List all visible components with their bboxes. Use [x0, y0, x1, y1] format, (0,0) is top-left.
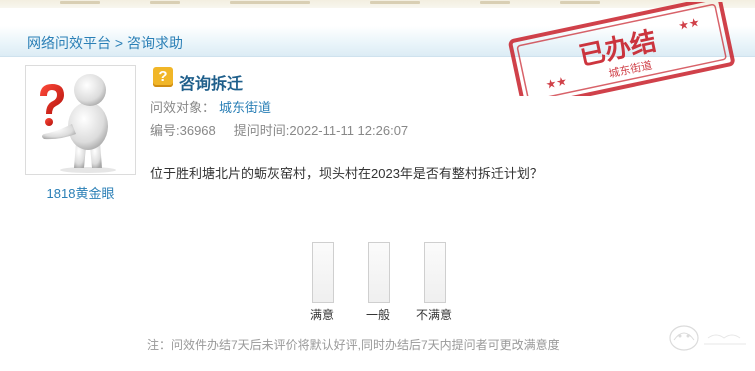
rate-unsatisfied-label: 不满意	[416, 308, 453, 322]
question-time: 提问时间:2022-11-11 12:26:07	[233, 123, 409, 138]
breadcrumb-separator: >	[114, 35, 124, 51]
question-title: 咨询拆迁	[179, 76, 244, 93]
avatar	[25, 65, 136, 175]
completed-stamp: 已办结 城东街道 ★★ ★★	[508, 2, 735, 96]
evaluation-note: 注：问效件办结7天后未评价将默认好评,同时办结后7天内提问者可更改满意度	[147, 338, 560, 352]
svg-text:★★: ★★	[677, 15, 701, 33]
rate-neutral-button[interactable]	[368, 242, 390, 303]
question-content: 位于胜利塘北片的蛎灰窑村，坝头村在2023年是否有整村拆迁计划？	[150, 166, 543, 181]
rate-satisfied-label: 满意	[310, 308, 335, 322]
watermark-logo	[669, 325, 746, 351]
question-meta: 编号:36968 提问时间:2022-11-11 12:26:07	[150, 120, 408, 139]
rate-unsatisfied-button[interactable]	[424, 242, 446, 303]
svg-text:★★: ★★	[544, 74, 568, 92]
question-target: 问效对象： 城东街道	[150, 97, 271, 116]
rate-satisfied-button[interactable]	[312, 242, 334, 303]
breadcrumb: 网络问效平台 > 咨询求助	[27, 33, 183, 53]
target-link[interactable]: 城东街道	[219, 100, 271, 115]
question-number: 编号:36968	[150, 123, 216, 138]
question-mark-icon: ?	[153, 67, 173, 87]
target-label: 问效对象：	[150, 100, 216, 115]
username-link[interactable]: 1818黄金眼	[25, 183, 136, 202]
rate-neutral-label: 一般	[366, 308, 391, 322]
breadcrumb-current-link[interactable]: 咨询求助	[127, 35, 183, 51]
question-person-icon	[40, 74, 116, 173]
breadcrumb-home-link[interactable]: 网络问效平台	[27, 35, 111, 51]
